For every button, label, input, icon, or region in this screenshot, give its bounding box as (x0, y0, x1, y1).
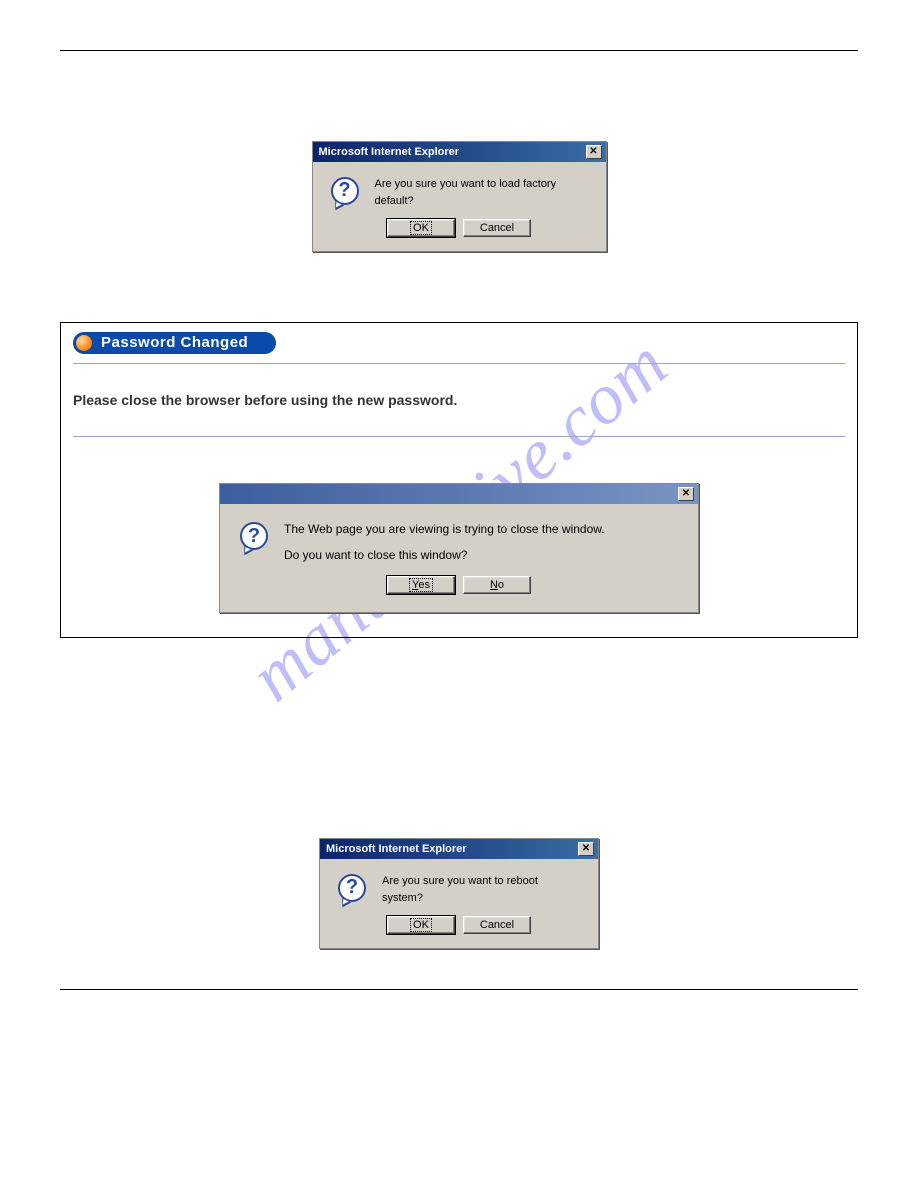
dialog2-line2: Do you want to close this window? (284, 548, 605, 562)
dialog-factory-default: Microsoft Internet Explorer ✕ ? Are you … (312, 141, 607, 252)
question-icon: ? (240, 522, 272, 554)
close-icon[interactable]: ✕ (578, 842, 594, 856)
dialog-close-window: ✕ ? The Web page you are viewing is tryi… (219, 483, 699, 613)
password-changed-panel: Password Changed Please close the browse… (60, 322, 858, 638)
dialog1-titlebar: Microsoft Internet Explorer ✕ (313, 142, 606, 162)
dialog-reboot: Microsoft Internet Explorer ✕ ? Are you … (319, 838, 599, 949)
dialog1-body: ? Are you sure you want to load factory … (313, 162, 606, 251)
close-icon[interactable]: ✕ (678, 487, 694, 501)
dialog3-message: Are you sure you want to reboot system? (382, 873, 580, 906)
banner-orb-icon (76, 335, 92, 351)
ok-button[interactable]: OK (387, 219, 455, 237)
dialog2-titlebar: ✕ (220, 484, 698, 504)
panel-banner-text: Password Changed (95, 332, 258, 354)
dialog2-line1: The Web page you are viewing is trying t… (284, 522, 605, 536)
cancel-button[interactable]: Cancel (463, 219, 531, 237)
page-bottom-rule (60, 989, 858, 990)
panel-instruction: Please close the browser before using th… (73, 392, 845, 408)
no-button[interactable]: No (463, 576, 531, 594)
panel-divider-2 (73, 436, 845, 437)
yes-button[interactable]: Yes (387, 576, 455, 594)
dialog1-title: Microsoft Internet Explorer (319, 146, 460, 158)
dialog3-body: ? Are you sure you want to reboot system… (320, 859, 598, 948)
dialog3-titlebar: Microsoft Internet Explorer ✕ (320, 839, 598, 859)
panel-divider-1 (73, 363, 845, 364)
dialog2-body: ? The Web page you are viewing is trying… (220, 504, 698, 612)
dialog1-message: Are you sure you want to load factory de… (375, 176, 588, 209)
close-icon[interactable]: ✕ (586, 145, 602, 159)
question-icon: ? (338, 874, 370, 906)
ok-button[interactable]: OK (387, 916, 455, 934)
panel-banner: Password Changed (73, 331, 845, 355)
question-icon: ? (331, 177, 363, 209)
dialog3-title: Microsoft Internet Explorer (326, 843, 467, 855)
cancel-button[interactable]: Cancel (463, 916, 531, 934)
